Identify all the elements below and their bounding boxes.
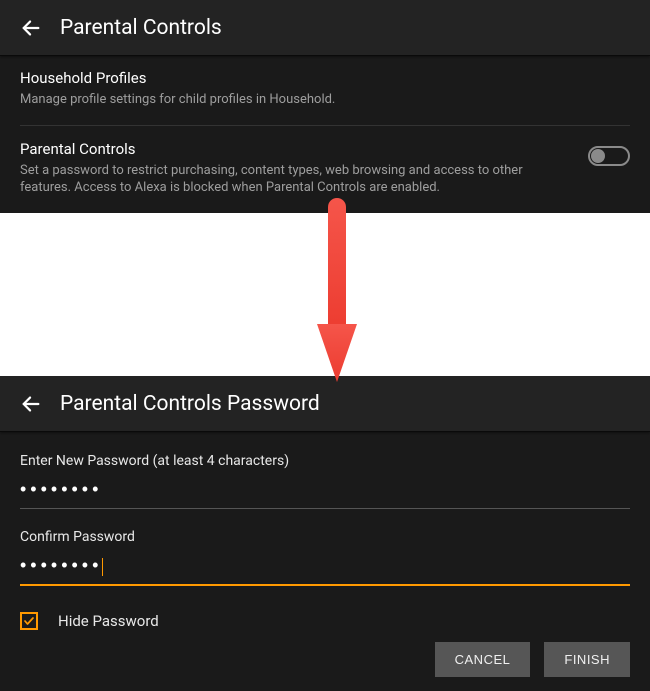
confirm-password-input[interactable]: •••••••• [20,553,630,586]
hide-password-checkbox[interactable] [20,612,38,630]
finish-button[interactable]: FINISH [544,642,630,677]
cancel-button[interactable]: CANCEL [435,642,531,677]
row-desc: Manage profile settings for child profil… [20,91,614,109]
household-profiles-row[interactable]: Household Profiles Manage profile settin… [20,69,630,126]
field-label: Enter New Password (at least 4 character… [20,453,630,469]
page-title: Parental Controls Password [60,392,320,416]
text-cursor [102,558,103,576]
new-password-block: Enter New Password (at least 4 character… [20,453,630,509]
new-password-input[interactable]: •••••••• [20,477,630,509]
row-desc: Set a password to restrict purchasing, c… [20,162,572,197]
settings-list: Household Profiles Manage profile settin… [0,55,650,213]
back-arrow-icon[interactable] [18,391,44,417]
field-label: Confirm Password [20,529,630,545]
parental-controls-toggle[interactable] [588,146,630,166]
hide-password-label: Hide Password [58,612,159,630]
row-title: Parental Controls [20,140,572,158]
toggle-knob [591,149,605,163]
password-form: Enter New Password (at least 4 character… [0,431,650,630]
row-title: Household Profiles [20,69,614,87]
confirm-password-block: Confirm Password •••••••• [20,529,630,586]
hide-password-row[interactable]: Hide Password [20,612,630,630]
settings-screen-top: Parental Controls Household Profiles Man… [0,0,650,213]
password-screen: Parental Controls Password Enter New Pas… [0,376,650,691]
button-row: CANCEL FINISH [435,642,630,677]
transition-arrow-icon [316,196,358,384]
header-bar: Parental Controls [0,0,650,55]
page-title: Parental Controls [60,16,222,40]
parental-controls-row[interactable]: Parental Controls Set a password to rest… [20,140,630,213]
header-bar: Parental Controls Password [0,376,650,431]
back-arrow-icon[interactable] [18,15,44,41]
